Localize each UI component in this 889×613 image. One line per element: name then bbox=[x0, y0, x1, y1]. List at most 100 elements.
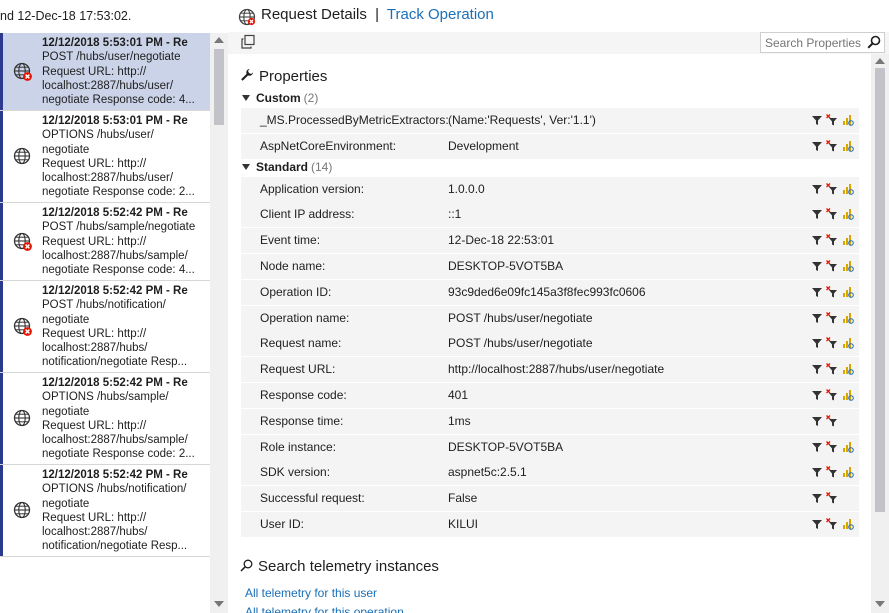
exclude-filter-icon[interactable] bbox=[826, 440, 838, 453]
filter-icon[interactable] bbox=[811, 183, 823, 195]
exclude-filter-icon[interactable] bbox=[826, 260, 838, 272]
details-scrollbar[interactable] bbox=[871, 54, 889, 613]
list-item-line: negotiate bbox=[42, 405, 90, 418]
telemetry-list-item[interactable]: 12/12/2018 5:52:42 PM - Re OPTIONS /hubs/… bbox=[0, 465, 210, 557]
filter-icon[interactable] bbox=[811, 114, 823, 126]
chart-icon[interactable] bbox=[842, 286, 854, 298]
property-key: Operation name: bbox=[260, 310, 350, 325]
list-scrollbar[interactable] bbox=[210, 33, 228, 613]
exclude-filter-icon[interactable] bbox=[826, 466, 838, 478]
exclude-filter-icon[interactable] bbox=[826, 337, 838, 349]
collapse-triangle-icon[interactable] bbox=[242, 163, 250, 170]
chart-icon[interactable] bbox=[842, 518, 854, 530]
chart-icon[interactable] bbox=[842, 312, 854, 324]
exclude-filter-icon[interactable] bbox=[826, 208, 838, 220]
filter-icon[interactable] bbox=[811, 140, 823, 152]
exclude-filter-icon[interactable] bbox=[826, 182, 838, 195]
property-group-standard[interactable]: Standard (14) bbox=[242, 160, 332, 174]
filter-icon[interactable] bbox=[811, 466, 823, 478]
chart-icon[interactable] bbox=[842, 466, 854, 479]
property-row[interactable]: _MS.ProcessedByMetricExtractors: (Name:'R… bbox=[241, 108, 859, 133]
list-item-line: negotiate Response code: 2... bbox=[42, 186, 195, 199]
filter-icon[interactable] bbox=[811, 441, 823, 453]
telemetry-list-item[interactable]: 12/12/2018 5:53:01 PM - Re POST /hubs/use… bbox=[0, 33, 210, 111]
link-all-telemetry-operation[interactable]: All telemetry for this operation bbox=[245, 605, 404, 613]
filter-icon[interactable] bbox=[811, 208, 823, 220]
property-row[interactable]: User ID: KILUI bbox=[241, 512, 859, 537]
exclude-filter-icon[interactable] bbox=[826, 363, 838, 375]
property-key: Operation ID: bbox=[260, 284, 332, 299]
exclude-filter-icon[interactable] bbox=[826, 285, 838, 298]
properties-heading: Properties bbox=[240, 68, 327, 85]
property-actions bbox=[811, 518, 857, 530]
chart-icon[interactable] bbox=[842, 114, 854, 126]
link-all-telemetry-user[interactable]: All telemetry for this user bbox=[245, 586, 377, 600]
property-row[interactable]: Node name: DESKTOP-5VOT5BA bbox=[241, 254, 859, 279]
property-row[interactable]: Operation ID: 93c9ded6e09fc145a3f8fec993f… bbox=[241, 279, 859, 305]
property-row[interactable]: Application version: 1.0.0.0 bbox=[241, 176, 859, 202]
chart-icon[interactable] bbox=[842, 140, 854, 152]
filter-icon[interactable] bbox=[811, 363, 823, 375]
chart-icon[interactable] bbox=[842, 183, 854, 195]
details-scroll-up-arrow-icon[interactable] bbox=[875, 58, 885, 64]
chart-icon[interactable] bbox=[842, 441, 854, 453]
scroll-up-arrow-icon[interactable] bbox=[214, 37, 224, 43]
chart-icon[interactable] bbox=[842, 363, 854, 375]
property-row[interactable]: SDK version: aspnet5c:2.5.1 bbox=[241, 460, 859, 486]
property-group-custom[interactable]: Custom (2) bbox=[242, 91, 318, 105]
filter-icon[interactable] bbox=[811, 415, 823, 427]
list-scrollbar-thumb[interactable] bbox=[214, 49, 224, 125]
filter-icon[interactable] bbox=[811, 260, 823, 272]
scroll-down-arrow-icon[interactable] bbox=[214, 601, 224, 607]
exclude-filter-icon[interactable] bbox=[826, 114, 838, 126]
exclude-filter-icon[interactable] bbox=[826, 414, 838, 427]
chart-icon[interactable] bbox=[842, 337, 854, 350]
telemetry-list: 12/12/2018 5:53:01 PM - Re POST /hubs/use… bbox=[0, 33, 210, 613]
details-title: Request Details bbox=[261, 6, 367, 23]
filter-icon[interactable] bbox=[811, 389, 823, 401]
property-row[interactable]: Request URL: http://localhost:2887/hubs/u… bbox=[241, 357, 859, 383]
exclude-filter-icon[interactable] bbox=[826, 492, 838, 504]
telemetry-list-item[interactable]: 12/12/2018 5:52:42 PM - Re POST /hubs/sam… bbox=[0, 203, 210, 281]
exclude-filter-icon[interactable] bbox=[826, 518, 838, 530]
chart-icon[interactable] bbox=[842, 389, 854, 401]
details-scroll-down-arrow-icon[interactable] bbox=[875, 601, 885, 607]
telemetry-list-item[interactable]: 12/12/2018 5:53:01 PM - Re OPTIONS /hubs/… bbox=[0, 111, 210, 203]
filter-icon[interactable] bbox=[811, 518, 823, 530]
list-item-text: 12/12/2018 5:53:01 PM - Re OPTIONS /hubs/… bbox=[42, 114, 208, 200]
property-value: False bbox=[448, 491, 478, 506]
property-row[interactable]: Role instance: DESKTOP-5VOT5BA bbox=[241, 434, 859, 460]
telemetry-list-item[interactable]: 12/12/2018 5:52:42 PM - Re POST /hubs/not… bbox=[0, 281, 210, 373]
property-row[interactable]: Response code: 401 bbox=[241, 383, 859, 408]
filter-icon[interactable] bbox=[811, 234, 823, 246]
exclude-filter-icon[interactable] bbox=[826, 389, 838, 401]
list-item-text: 12/12/2018 5:52:42 PM - Re OPTIONS /hubs/… bbox=[42, 468, 208, 554]
telemetry-list-item[interactable]: 12/12/2018 5:52:42 PM - Re OPTIONS /hubs/… bbox=[0, 373, 210, 465]
filter-icon[interactable] bbox=[811, 312, 823, 324]
details-scrollbar-thumb[interactable] bbox=[875, 68, 885, 512]
property-row[interactable]: Response time: 1ms bbox=[241, 408, 859, 434]
exclude-filter-icon[interactable] bbox=[826, 234, 838, 246]
property-row[interactable]: AspNetCoreEnvironment: Development bbox=[241, 133, 859, 159]
list-item-line: negotiate Response code: 4... bbox=[42, 94, 195, 107]
track-operation-link[interactable]: Track Operation bbox=[387, 6, 494, 23]
exclude-filter-icon[interactable] bbox=[826, 311, 838, 324]
filter-icon[interactable] bbox=[811, 492, 823, 504]
chart-icon[interactable] bbox=[842, 260, 854, 272]
search-icon[interactable] bbox=[867, 35, 881, 49]
exclude-filter-icon[interactable] bbox=[826, 139, 838, 152]
copy-icon[interactable] bbox=[240, 34, 256, 50]
list-item-accent-bar bbox=[0, 33, 3, 110]
globe-error-icon bbox=[13, 62, 32, 81]
chart-icon[interactable] bbox=[842, 208, 854, 221]
filter-icon[interactable] bbox=[811, 286, 823, 298]
chart-icon[interactable] bbox=[842, 234, 854, 246]
filter-icon[interactable] bbox=[811, 337, 823, 349]
property-row[interactable]: Request name: POST /hubs/user/negotiate bbox=[241, 331, 859, 357]
property-row[interactable]: Successful request: False bbox=[241, 486, 859, 512]
property-row[interactable]: Operation name: POST /hubs/user/negotiate bbox=[241, 305, 859, 331]
property-value: http://localhost:2887/hubs/user/negotiat… bbox=[448, 362, 665, 377]
property-row[interactable]: Event time: 12-Dec-18 22:53:01 bbox=[241, 228, 859, 254]
collapse-triangle-icon[interactable] bbox=[242, 95, 250, 101]
property-row[interactable]: Client IP address:::1 bbox=[241, 202, 859, 228]
